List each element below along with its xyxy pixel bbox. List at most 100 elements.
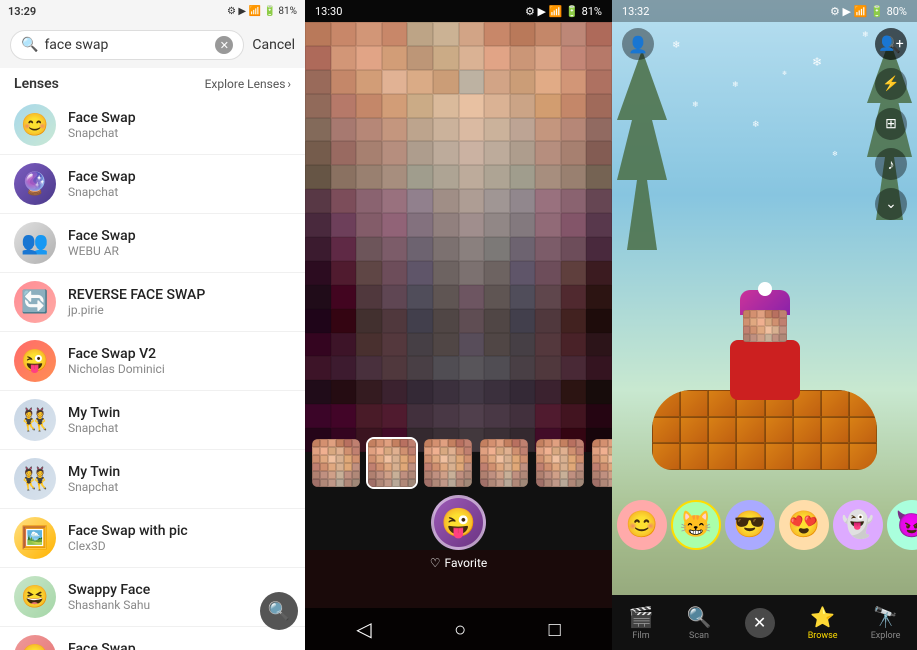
back-button-2[interactable]: ◁ bbox=[348, 613, 379, 645]
nav3-item-Browse[interactable]: ⭐ Browse bbox=[808, 605, 838, 641]
pixel-cell bbox=[382, 165, 408, 189]
pixel-cell bbox=[561, 285, 587, 309]
pixel-cell bbox=[510, 356, 536, 380]
lens-item[interactable]: 🔮 Face Swap Snapchat bbox=[0, 155, 305, 214]
recents-button-2[interactable]: □ bbox=[541, 613, 569, 646]
more-icon[interactable]: ⌄ bbox=[875, 188, 907, 220]
pixel-cell bbox=[484, 46, 510, 70]
lens-item-info: REVERSE FACE SWAP jp.pirie bbox=[68, 287, 291, 317]
pixel-cell bbox=[535, 309, 561, 333]
kid-jacket bbox=[730, 340, 800, 400]
lens-item[interactable]: 🔄 REVERSE FACE SWAP jp.pirie bbox=[0, 273, 305, 332]
lens-strip-item[interactable] bbox=[422, 437, 474, 489]
close-snap-button[interactable]: ✕ bbox=[745, 608, 775, 638]
lens-strip-item[interactable] bbox=[310, 437, 362, 489]
lens-item-author: Shashank Sahu bbox=[68, 598, 291, 612]
lens-item-info: Face Swap صالح ♪ bbox=[68, 641, 291, 650]
pixel-cell bbox=[561, 213, 587, 237]
nav3-item-Scan[interactable]: 🔍 Scan bbox=[687, 605, 712, 641]
pixel-cell bbox=[305, 237, 331, 261]
search-bar[interactable]: 🔍 face swap ✕ bbox=[10, 30, 244, 60]
nav3-label: Browse bbox=[808, 631, 838, 641]
lens-item[interactable]: 👥 Face Swap WEBU AR bbox=[0, 214, 305, 273]
pixel-cell bbox=[407, 213, 433, 237]
flash-icon[interactable]: ⚡ bbox=[875, 68, 907, 100]
lens-item-author: Clex3D bbox=[68, 539, 291, 553]
nav3-item-Film[interactable]: 🎬 Film bbox=[629, 605, 654, 641]
face-pixel-cell bbox=[743, 318, 750, 326]
nav3-item-close[interactable]: ✕ bbox=[745, 608, 775, 638]
snap-lens-filter-item[interactable]: 😸 bbox=[671, 500, 721, 550]
search-input[interactable]: face swap bbox=[44, 37, 209, 53]
pixel-cell bbox=[331, 309, 357, 333]
lens-item[interactable]: 🖼️ Face Swap with pic Clex3D bbox=[0, 509, 305, 568]
pixel-cell bbox=[356, 46, 382, 70]
shutter-button[interactable]: 😜 bbox=[431, 495, 486, 550]
add-friend-icon[interactable]: 👤+ bbox=[875, 28, 907, 60]
status-icons-1: ⚙ ▶ 📶 🔋 81% bbox=[227, 6, 297, 17]
lens-strip[interactable] bbox=[305, 430, 612, 495]
pixel-cell bbox=[561, 404, 587, 428]
lens-strip-item[interactable] bbox=[478, 437, 530, 489]
pixel-cell bbox=[331, 404, 357, 428]
pixel-cell bbox=[459, 380, 485, 404]
home-button-2[interactable]: ○ bbox=[446, 613, 474, 646]
pixel-cell bbox=[407, 380, 433, 404]
favorite-button[interactable]: ♡ Favorite bbox=[430, 556, 487, 570]
pixel-cell bbox=[382, 309, 408, 333]
lens-strip-item[interactable] bbox=[534, 437, 586, 489]
lens-item[interactable]: 👯 My Twin Snapchat bbox=[0, 391, 305, 450]
pixel-cell bbox=[356, 380, 382, 404]
pixel-cell bbox=[510, 118, 536, 142]
chevron-right-icon: › bbox=[287, 77, 291, 91]
face-pixel-cell bbox=[757, 310, 764, 318]
pixel-cell bbox=[356, 22, 382, 46]
pixel-cell bbox=[382, 261, 408, 285]
pixel-cell bbox=[586, 141, 612, 165]
snap-lens-filter-item[interactable]: 👻 bbox=[833, 500, 883, 550]
lens-item[interactable]: 😊 Face Swap صالح ♪ bbox=[0, 627, 305, 650]
pixel-cell bbox=[433, 118, 459, 142]
lens-item-info: Face Swap Snapchat bbox=[68, 110, 291, 140]
snap-lens-filter-item[interactable]: 😊 bbox=[617, 500, 667, 550]
nav3-item-Explore[interactable]: 🔭 Explore bbox=[871, 605, 901, 641]
lens-item[interactable]: 👯 My Twin Snapchat bbox=[0, 450, 305, 509]
face-pixel-cell bbox=[750, 334, 757, 342]
pixel-cell bbox=[356, 165, 382, 189]
search-clear-button[interactable]: ✕ bbox=[215, 36, 233, 54]
lens-item-author: Snapchat bbox=[68, 480, 291, 494]
search-fab-button[interactable]: 🔍 bbox=[260, 592, 298, 630]
pixel-cell bbox=[407, 404, 433, 428]
pixel-cell bbox=[356, 94, 382, 118]
lens-item-name: Face Swap bbox=[68, 641, 291, 650]
grid-icon[interactable]: ⊞ bbox=[875, 108, 907, 140]
explore-lenses-link[interactable]: Explore Lenses › bbox=[205, 77, 291, 91]
lens-item-icon: 👯 bbox=[14, 399, 56, 441]
lens-item[interactable]: 😆 Swappy Face Shashank Sahu bbox=[0, 568, 305, 627]
cancel-button[interactable]: Cancel bbox=[252, 37, 295, 53]
lens-strip-item[interactable] bbox=[366, 437, 418, 489]
pixel-cell bbox=[561, 46, 587, 70]
snowflake: ❄ bbox=[692, 100, 699, 109]
snap-lens-filter-item[interactable]: 😈 bbox=[887, 500, 917, 550]
pixel-cell bbox=[433, 46, 459, 70]
snap-lens-filter-item[interactable]: 😎 bbox=[725, 500, 775, 550]
pixel-cell bbox=[535, 70, 561, 94]
waffle-cell bbox=[793, 417, 821, 444]
pixel-cell bbox=[484, 118, 510, 142]
pixel-cell bbox=[382, 237, 408, 261]
pixel-cell bbox=[433, 22, 459, 46]
pixel-cell bbox=[510, 380, 536, 404]
pixel-cell bbox=[510, 141, 536, 165]
snap-lens-filter-item[interactable]: 😍 bbox=[779, 500, 829, 550]
snap-lens-strip[interactable]: 😊😸😎😍👻😈🤖😮 bbox=[612, 495, 917, 555]
snowflake: ❄ bbox=[752, 120, 760, 130]
snap-profile-icon[interactable]: 👤 bbox=[622, 28, 654, 60]
music-icon[interactable]: ♪ bbox=[875, 148, 907, 180]
lens-strip-item[interactable] bbox=[590, 437, 612, 489]
lens-item[interactable]: 😜 Face Swap V2 Nicholas Dominici bbox=[0, 332, 305, 391]
pixel-cell bbox=[331, 333, 357, 357]
lens-item[interactable]: 😊 Face Swap Snapchat bbox=[0, 96, 305, 155]
pixel-cell bbox=[305, 309, 331, 333]
pixel-cell bbox=[356, 333, 382, 357]
